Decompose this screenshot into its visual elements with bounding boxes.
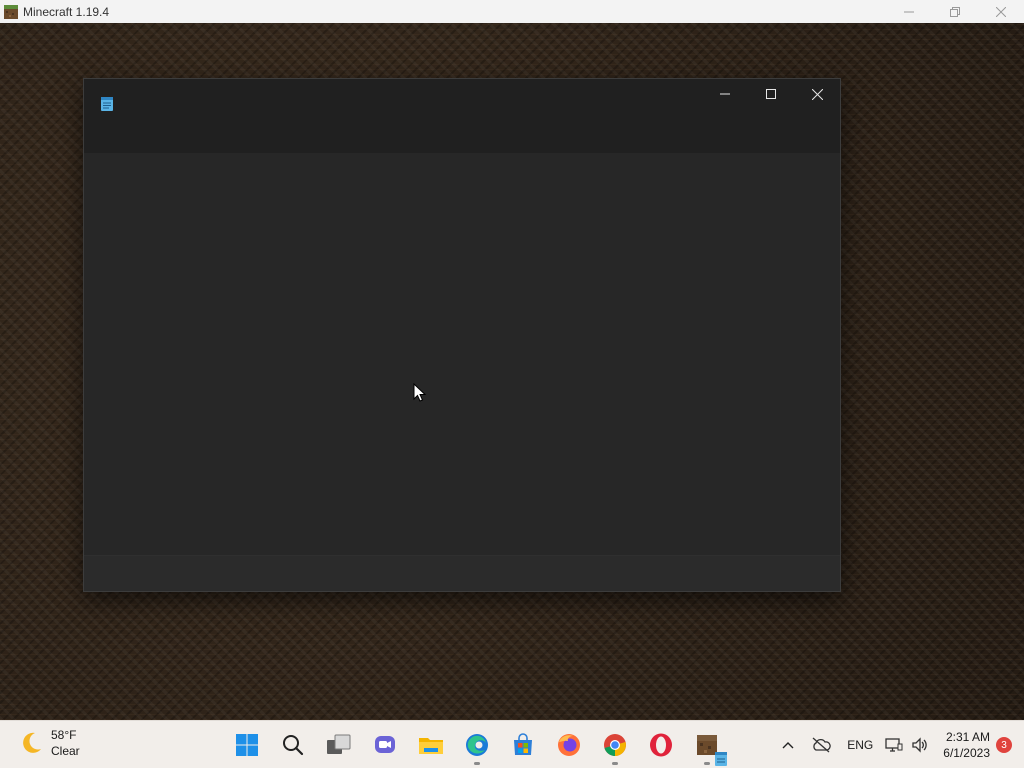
start-button[interactable] <box>224 725 270 765</box>
weather-widget[interactable]: 58°F Clear <box>18 727 80 759</box>
onedrive-status[interactable] <box>803 721 839 768</box>
firefox-icon <box>558 734 580 756</box>
edge-button[interactable] <box>454 725 500 765</box>
minecraft-grass-block-icon <box>4 4 18 19</box>
search-button[interactable] <box>270 725 316 765</box>
notepad-text-area[interactable] <box>84 153 840 555</box>
show-hidden-icons-button[interactable] <box>773 721 803 768</box>
task-view-button[interactable] <box>316 725 362 765</box>
network-icon <box>885 738 903 752</box>
teams-chat-icon <box>375 736 395 753</box>
task-view-icon <box>327 734 351 754</box>
notepad-title-bar[interactable] <box>84 79 840 153</box>
teams-chat-button[interactable] <box>362 725 408 765</box>
minecraft-launcher-button[interactable] <box>684 725 730 766</box>
file-explorer-button[interactable] <box>408 725 454 765</box>
firefox-button[interactable] <box>546 725 592 765</box>
volume-control[interactable] <box>907 721 933 768</box>
minimize-icon <box>904 11 914 12</box>
close-icon <box>996 6 1006 17</box>
store-icon <box>514 733 532 755</box>
minecraft-restore-button[interactable] <box>932 0 978 23</box>
minimize-icon <box>720 93 730 95</box>
weather-condition: Clear <box>51 744 80 758</box>
minecraft-title-bar[interactable]: Minecraft 1.19.4 <box>0 0 1024 23</box>
speaker-icon <box>912 737 928 753</box>
close-icon <box>811 88 823 100</box>
mouse-cursor-icon <box>413 383 427 402</box>
cloud-offline-icon <box>812 737 831 753</box>
minecraft-close-button[interactable] <box>978 0 1024 23</box>
notepad-icon <box>715 752 727 766</box>
running-indicator <box>704 762 710 765</box>
taskbar: 58°F Clear ENG 2:31 AM 6/1/2023 3 <box>0 720 1024 768</box>
notepad-close-button[interactable] <box>794 79 840 109</box>
ms-store-button[interactable] <box>500 725 546 765</box>
chrome-icon <box>604 734 626 756</box>
notepad-maximize-button[interactable] <box>748 79 794 109</box>
edge-icon <box>466 734 488 756</box>
opera-icon <box>650 733 672 757</box>
chevron-up-icon <box>782 742 794 749</box>
clock-date: 6/1/2023 <box>943 746 990 760</box>
notepad-status-bar <box>84 555 840 591</box>
clock[interactable]: 2:31 AM 6/1/2023 <box>933 729 996 761</box>
chrome-button[interactable] <box>592 725 638 765</box>
weather-temperature: 58°F <box>51 728 77 742</box>
notepad-minimize-button[interactable] <box>702 79 748 109</box>
maximize-icon <box>766 89 776 99</box>
running-indicator <box>474 762 480 765</box>
restore-icon <box>950 6 960 17</box>
search-icon <box>283 735 304 756</box>
folder-icon <box>419 738 443 754</box>
language-indicator[interactable]: ENG <box>839 721 881 768</box>
moon-icon <box>23 732 41 753</box>
clock-time: 2:31 AM <box>945 730 990 744</box>
minecraft-minimize-button[interactable] <box>886 0 932 23</box>
windows-logo-icon <box>236 734 258 756</box>
notepad-icon <box>101 97 113 111</box>
notification-badge[interactable]: 3 <box>996 737 1012 753</box>
network-status[interactable] <box>881 721 907 768</box>
running-indicator <box>612 762 618 765</box>
minecraft-window-title: Minecraft 1.19.4 <box>23 4 110 19</box>
opera-button[interactable] <box>638 725 684 765</box>
notepad-window[interactable] <box>83 78 841 592</box>
